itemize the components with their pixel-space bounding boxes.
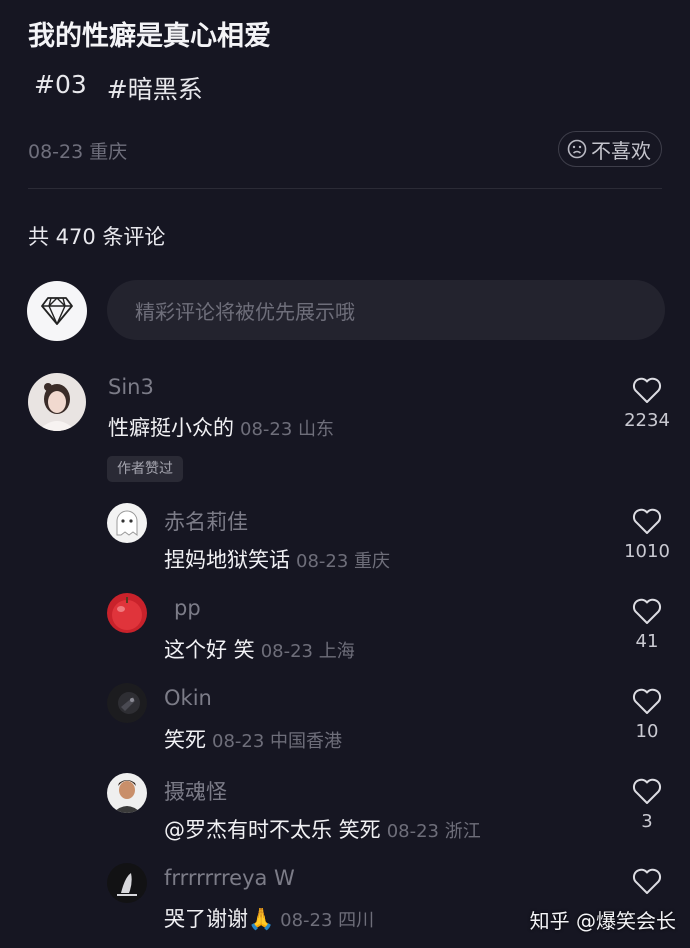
- user-avatar[interactable]: [27, 281, 87, 341]
- post-title: 我的性癖是真心相爱: [28, 21, 271, 52]
- tag-dark-series[interactable]: #暗黑系: [107, 70, 203, 106]
- diamond-icon: [41, 297, 73, 325]
- comment-username[interactable]: frrrrrrreya W: [164, 866, 295, 890]
- avatar-girl[interactable]: [28, 373, 86, 431]
- sad-face-icon: [567, 139, 587, 159]
- avatar-man-image: [107, 773, 147, 813]
- like-count: 2234: [624, 410, 670, 431]
- like-button[interactable]: [610, 867, 684, 895]
- like-count: 10: [635, 721, 659, 742]
- avatar-ghost-image: [107, 503, 147, 543]
- divider: [28, 188, 662, 189]
- like-count: 41: [635, 631, 659, 652]
- comment-text: 哭了谢谢🙏: [164, 907, 275, 931]
- avatar-girl-image: [28, 373, 86, 431]
- comment-text: 这个好 笑: [164, 638, 255, 662]
- comment-count: 共 470 条评论: [28, 225, 166, 249]
- comment-username[interactable]: 赤名莉佳: [164, 506, 248, 536]
- heart-icon: [632, 508, 662, 534]
- watermark: 知乎 @爆笑会长: [529, 909, 676, 933]
- avatar-man[interactable]: [107, 773, 147, 813]
- avatar-sketch-image: [107, 863, 147, 903]
- comment-text: 笑死: [164, 728, 206, 752]
- dislike-button[interactable]: 不喜欢: [558, 131, 662, 167]
- like-count: 3: [641, 811, 653, 832]
- comment-time-location: 08-23 浙江: [386, 821, 481, 842]
- avatar-apple-image: [107, 593, 147, 633]
- comment-body: 这个好 笑 08-23 上海: [164, 634, 355, 664]
- comment-text: 性癖挺小众的: [108, 416, 234, 440]
- like-button[interactable]: 3: [610, 777, 684, 832]
- comment-body: 捏妈地狱笑话 08-23 重庆: [164, 544, 390, 574]
- like-button[interactable]: 41: [610, 597, 684, 652]
- comment-text: 捏妈地狱笑话: [164, 548, 290, 572]
- comment-body: 哭了谢谢🙏 08-23 四川: [164, 903, 374, 933]
- avatar-dark[interactable]: [107, 683, 147, 723]
- comment-time-location: 08-23 中国香港: [212, 731, 343, 752]
- comment-time-location: 08-23 四川: [280, 910, 375, 931]
- like-button[interactable]: 10: [610, 687, 684, 742]
- avatar-apple[interactable]: [107, 593, 147, 633]
- comment-body: 笑死 08-23 中国香港: [164, 724, 342, 754]
- comment-username[interactable]: Sin3: [108, 375, 154, 399]
- heart-icon: [632, 377, 662, 403]
- comment-time-location: 08-23 山东: [240, 419, 335, 440]
- comment-text: @罗杰有时不太乐 笑死: [164, 818, 381, 842]
- avatar-sketch[interactable]: [107, 863, 147, 903]
- comment-username[interactable]: 摄魂怪: [164, 776, 227, 806]
- avatar-ghost[interactable]: [107, 503, 147, 543]
- like-count: 1010: [624, 541, 670, 562]
- comment-body: @罗杰有时不太乐 笑死 08-23 浙江: [164, 814, 481, 844]
- like-button[interactable]: 1010: [610, 507, 684, 562]
- heart-icon: [632, 778, 662, 804]
- dislike-label: 不喜欢: [591, 138, 651, 163]
- comment-username[interactable]: Okin: [164, 686, 212, 710]
- like-button[interactable]: 2234: [610, 376, 684, 431]
- comment-input[interactable]: 精彩评论将被优先展示哦: [107, 280, 665, 340]
- comment-username[interactable]: pp: [174, 596, 201, 620]
- heart-icon: [632, 688, 662, 714]
- avatar-dark-image: [107, 683, 147, 723]
- author-liked-badge: 作者赞过: [107, 456, 183, 482]
- comment-time-location: 08-23 重庆: [296, 551, 391, 572]
- tag-03[interactable]: #03: [34, 70, 87, 106]
- tag-list: #03 #暗黑系: [34, 70, 203, 106]
- comment-body: 性癖挺小众的 08-23 山东: [108, 412, 334, 442]
- heart-icon: [632, 598, 662, 624]
- heart-icon: [632, 868, 662, 894]
- post-meta: 08-23 重庆: [28, 141, 128, 163]
- comment-time-location: 08-23 上海: [260, 641, 355, 662]
